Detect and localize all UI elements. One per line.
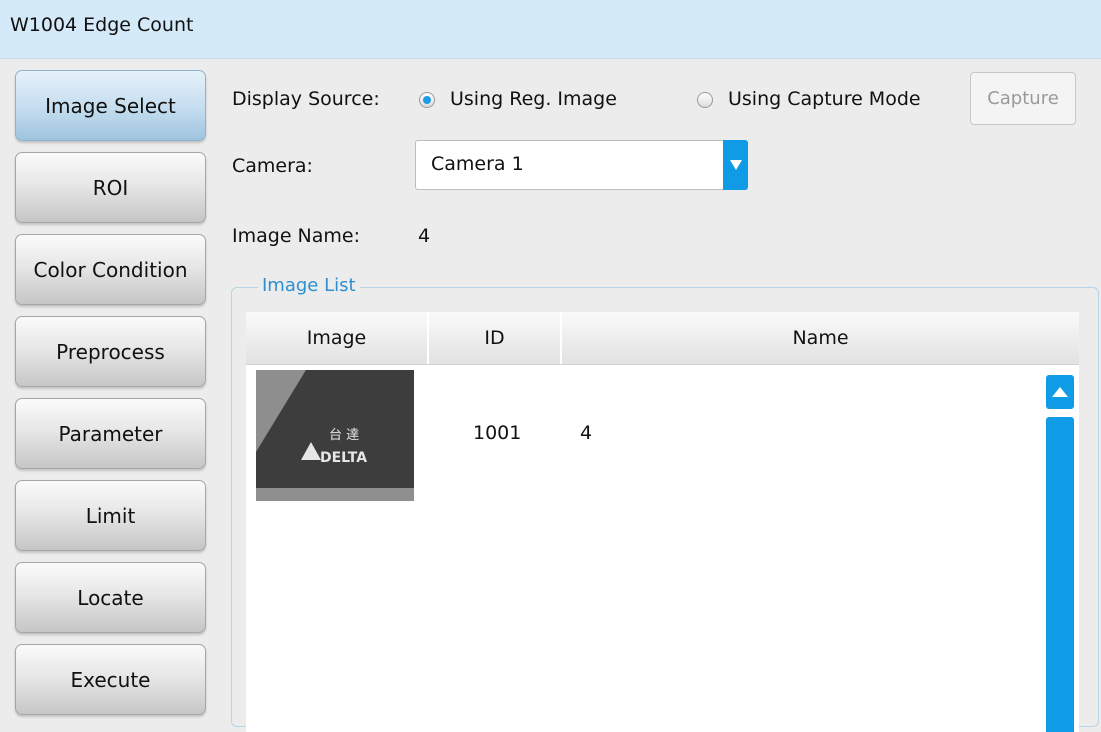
cell-name: 4: [580, 422, 593, 444]
nav-color-condition-label: Color Condition: [33, 257, 188, 282]
camera-label: Camera:: [232, 155, 313, 177]
camera-select-value: Camera 1: [431, 153, 524, 175]
delta-logo-thumbnail: 台 達 DELTA: [256, 370, 414, 501]
nav-locate-button[interactable]: Locate: [15, 562, 206, 633]
image-thumbnail: 台 達 DELTA: [256, 370, 414, 501]
image-name-value: 4: [418, 225, 431, 247]
nav-limit-label: Limit: [85, 503, 136, 528]
capture-button[interactable]: Capture: [970, 72, 1076, 125]
radio-capture-mode[interactable]: [697, 92, 713, 108]
column-header-id[interactable]: ID: [429, 312, 562, 364]
svg-text:DELTA: DELTA: [320, 450, 367, 466]
scrollbar-thumb[interactable]: [1046, 417, 1074, 732]
camera-select[interactable]: Camera 1: [415, 140, 748, 190]
radio-reg-image[interactable]: [419, 92, 435, 108]
image-list-group: Image List Image ID Name 台 達 DELTA 1001 …: [231, 275, 1099, 732]
display-source-label: Display Source:: [232, 88, 380, 110]
cell-id: 1001: [473, 422, 522, 444]
nav-execute-button[interactable]: Execute: [15, 644, 206, 715]
title-bar: W1004 Edge Count: [0, 0, 1101, 59]
image-name-label: Image Name:: [232, 225, 360, 247]
column-header-name[interactable]: Name: [562, 312, 1079, 364]
sidebar-nav: Image Select ROI Color Condition Preproc…: [0, 59, 214, 719]
nav-parameter-button[interactable]: Parameter: [15, 398, 206, 469]
nav-roi-button[interactable]: ROI: [15, 152, 206, 223]
table-row[interactable]: 台 達 DELTA 1001 4: [246, 364, 1036, 506]
dropdown-arrow-icon[interactable]: [723, 140, 748, 190]
radio-capture-mode-label[interactable]: Using Capture Mode: [728, 88, 921, 110]
chevron-up-icon: [1052, 387, 1068, 397]
nav-roi-label: ROI: [92, 175, 129, 200]
nav-locate-label: Locate: [77, 585, 144, 610]
image-list-title: Image List: [258, 275, 360, 296]
window-title: W1004 Edge Count: [10, 14, 194, 36]
nav-preprocess-button[interactable]: Preprocess: [15, 316, 206, 387]
table-header: Image ID Name: [246, 312, 1079, 365]
nav-parameter-label: Parameter: [58, 421, 163, 446]
svg-text:台 達: 台 達: [329, 428, 359, 443]
capture-button-label: Capture: [987, 88, 1059, 109]
nav-limit-button[interactable]: Limit: [15, 480, 206, 551]
nav-preprocess-label: Preprocess: [56, 339, 165, 364]
main-panel: Display Source: Using Reg. Image Using C…: [214, 59, 1101, 732]
scroll-up-button[interactable]: [1046, 375, 1074, 409]
nav-color-condition-button[interactable]: Color Condition: [15, 234, 206, 305]
image-list-table: Image ID Name 台 達 DELTA 1001 4: [246, 312, 1079, 732]
nav-image-select-label: Image Select: [45, 93, 176, 118]
nav-image-select-button[interactable]: Image Select: [15, 70, 206, 141]
nav-execute-label: Execute: [70, 667, 151, 692]
column-header-image[interactable]: Image: [246, 312, 429, 364]
radio-reg-image-label[interactable]: Using Reg. Image: [450, 88, 617, 110]
